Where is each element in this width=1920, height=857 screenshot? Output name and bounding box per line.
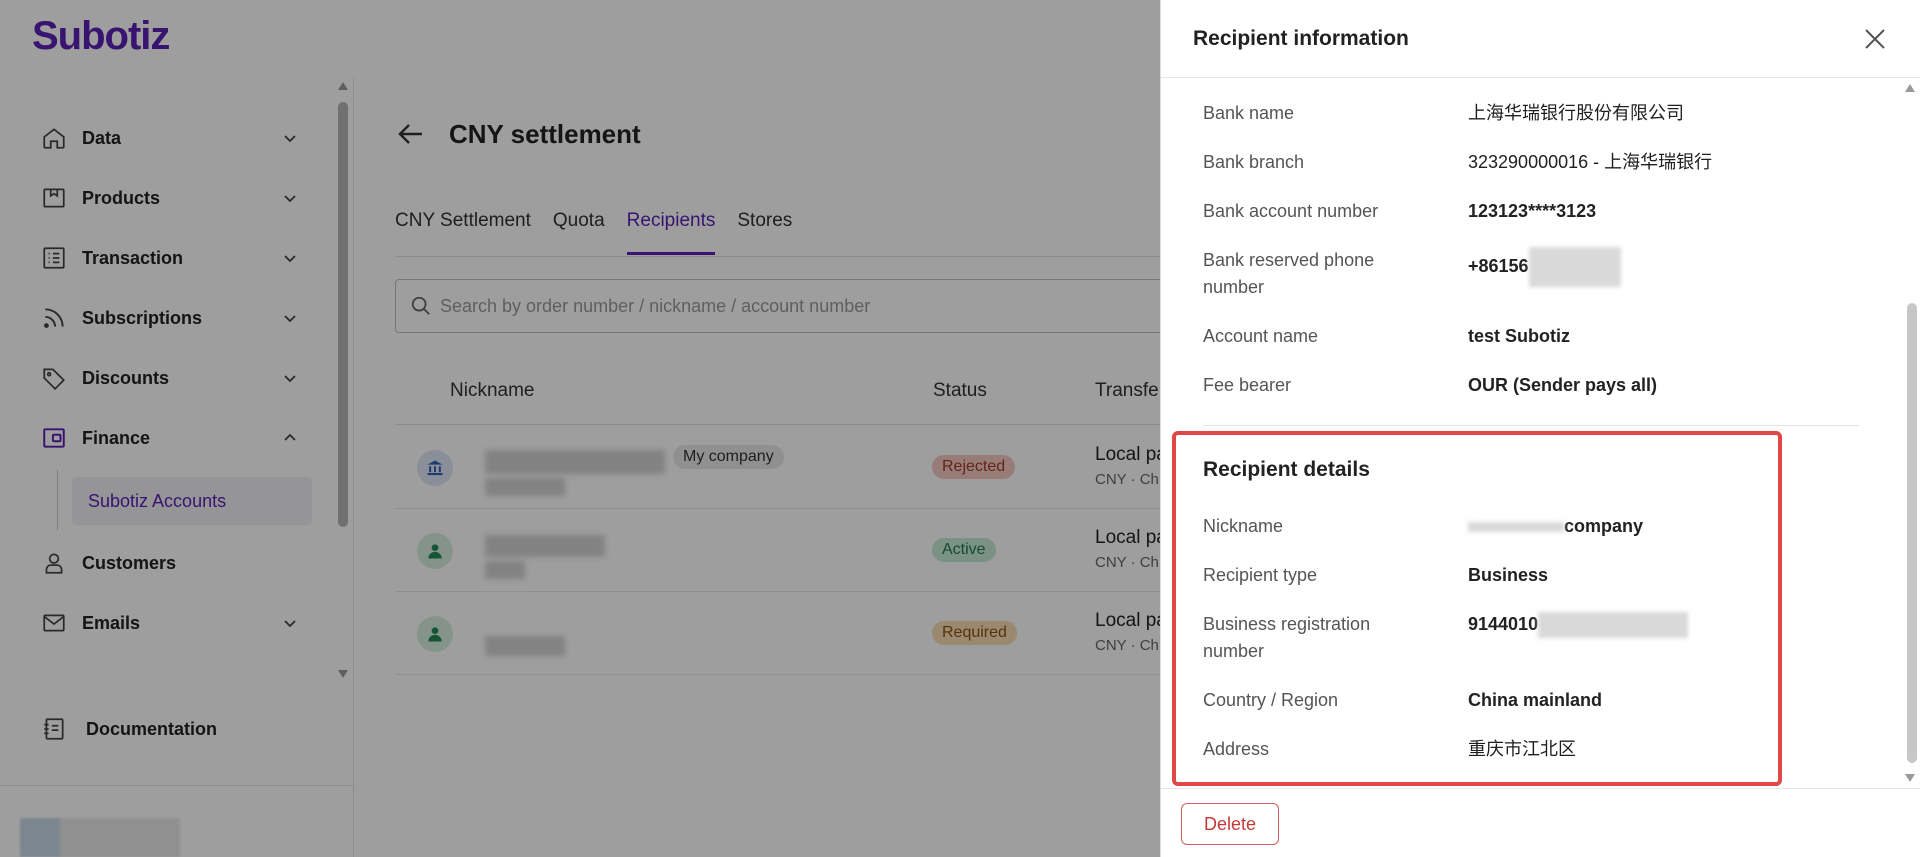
field-label: Account name — [1203, 326, 1319, 346]
bank-account-value: 123123****3123 — [1468, 201, 1597, 221]
phone-value: +86156 — [1468, 247, 1868, 287]
bank-name-value: 上海华瑞银行股份有限公司 — [1468, 103, 1684, 123]
field-label: Bank name — [1203, 103, 1295, 123]
recipient-details-highlight — [1172, 431, 1782, 786]
modal-overlay[interactable] — [0, 0, 1160, 857]
fee-bearer-value: OUR (Sender pays all) — [1468, 375, 1658, 395]
field-label: Bank account number — [1203, 201, 1379, 221]
redacted-phone — [1528, 247, 1621, 287]
field-label: Bank branch — [1203, 152, 1305, 172]
drawer-scroll-thumb[interactable] — [1907, 303, 1917, 763]
bank-branch-value: 323290000016 - 上海华瑞银行 — [1468, 152, 1713, 172]
account-name-value: test Subotiz — [1468, 326, 1570, 346]
close-icon[interactable] — [1861, 25, 1889, 53]
drawer-title: Recipient information — [1193, 27, 1409, 50]
section-divider — [1203, 425, 1859, 426]
field-label: Bank reserved phone number — [1203, 250, 1375, 297]
phone-prefix: +86156 — [1468, 255, 1529, 276]
delete-button[interactable]: Delete — [1181, 803, 1279, 845]
app-root: Subotiz Data Products Transaction Subscr… — [0, 0, 1920, 857]
drawer-footer-divider — [1161, 788, 1920, 789]
drawer-header: Recipient information — [1161, 0, 1920, 78]
field-label: Fee bearer — [1203, 375, 1292, 395]
